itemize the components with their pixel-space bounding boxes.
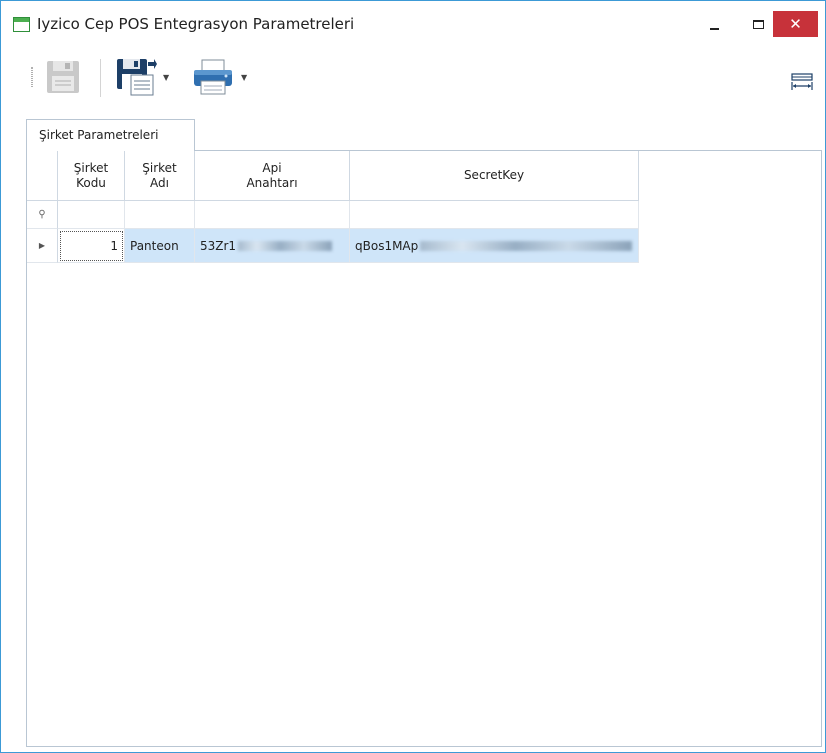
minimize-icon [709, 28, 719, 30]
redacted-blur [238, 240, 333, 251]
column-header-label: Şirket Adı [142, 160, 177, 190]
filter-cell-sirket-kodu[interactable] [58, 201, 125, 229]
close-icon: ✕ [789, 15, 802, 33]
save-as-dropdown-icon[interactable]: ▼ [163, 73, 169, 82]
column-header-label: SecretKey [463, 168, 525, 182]
window-title: Iyzico Cep POS Entegrasyon Parametreleri [37, 15, 355, 33]
table-row[interactable]: ▶ 1 Panteon 53Zr1 qBos1MAp [27, 229, 639, 263]
row-indicator-header [27, 151, 58, 201]
api-key-visible-text: 53Zr1 [200, 238, 237, 253]
filter-row-icon: ⚲ [27, 201, 58, 229]
cell-sirket-kodu[interactable]: 1 [58, 229, 125, 263]
app-window: Iyzico Cep POS Entegrasyon Parametreleri… [0, 0, 826, 753]
layout-button[interactable] [791, 73, 813, 91]
tab-sirket-parametreleri[interactable]: Şirket Parametreleri [26, 119, 195, 151]
filter-cell-api-anahtari[interactable] [195, 201, 350, 229]
cell-api-anahtari[interactable]: 53Zr1 [195, 229, 350, 263]
auto-filter-row: ⚲ [27, 201, 639, 229]
column-header-sirket-kodu[interactable]: Şirket Kodu [58, 151, 125, 201]
filter-cell-sirket-adi[interactable] [125, 201, 195, 229]
cell-sirket-adi[interactable]: Panteon [125, 229, 195, 263]
redacted-blur [420, 240, 633, 251]
toolbar: ▼ ▼ [1, 45, 825, 113]
layout-icon [791, 73, 813, 90]
column-header-label: Şirket Kodu [73, 160, 109, 190]
save-as-icon [117, 59, 157, 96]
close-button[interactable]: ✕ [773, 11, 818, 37]
secret-key-visible-text: qBos1MAp [355, 238, 419, 253]
printer-icon [194, 59, 232, 95]
row-indicator-icon: ▶ [27, 229, 58, 263]
tab-label: Şirket Parametreleri [39, 128, 159, 142]
print-dropdown-icon[interactable]: ▼ [241, 73, 247, 82]
minimize-button[interactable] [697, 11, 731, 37]
maximize-button[interactable] [741, 11, 775, 37]
maximize-icon [752, 19, 764, 29]
title-bar: Iyzico Cep POS Entegrasyon Parametreleri… [1, 1, 825, 45]
parameters-grid: Şirket Kodu Şirket Adı Api Anahtarı Secr… [26, 150, 822, 747]
print-button[interactable]: ▼ [191, 57, 255, 97]
save-as-button[interactable]: ▼ [115, 57, 175, 97]
column-header-secret-key[interactable]: SecretKey [350, 151, 639, 201]
column-header-label: Api Anahtarı [246, 160, 298, 190]
cell-secret-key[interactable]: qBos1MAp [350, 229, 639, 263]
toolbar-separator [100, 59, 101, 97]
save-button[interactable] [45, 59, 81, 95]
column-header-api-anahtari[interactable]: Api Anahtarı [195, 151, 350, 201]
window-icon [13, 17, 30, 32]
floppy-disk-icon [47, 61, 79, 93]
filter-cell-secret-key[interactable] [350, 201, 639, 229]
toolbar-grip[interactable] [31, 67, 33, 87]
column-header-sirket-adi[interactable]: Şirket Adı [125, 151, 195, 201]
